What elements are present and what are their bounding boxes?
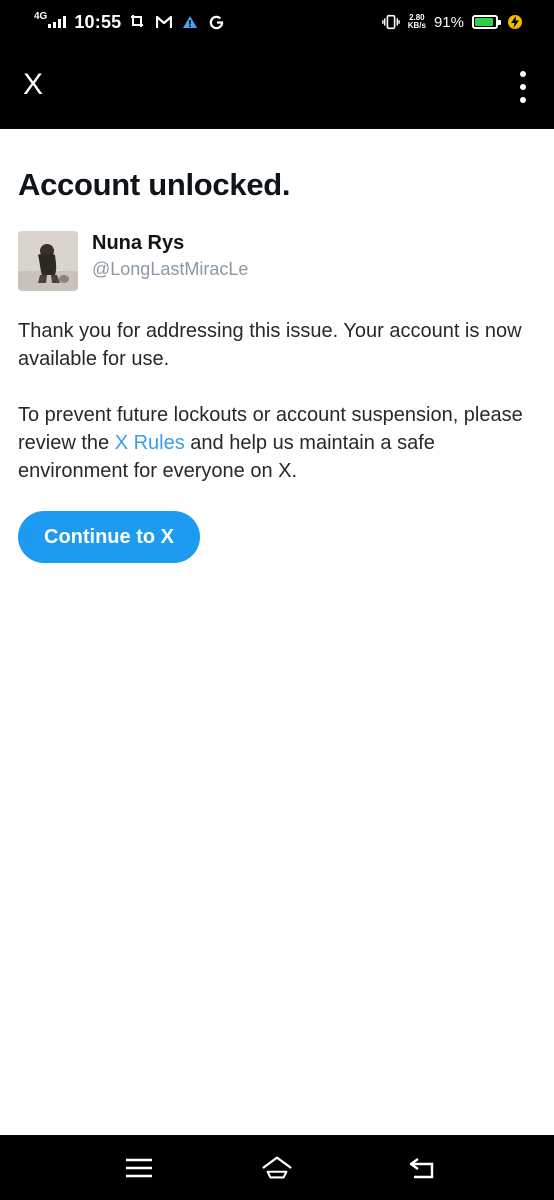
system-nav-bar (0, 1135, 554, 1200)
speed-unit: KB/s (407, 21, 426, 30)
battery-percent: 91% (433, 13, 464, 31)
user-info: Nuna Rys @LongLastMiracLe (92, 231, 248, 283)
status-bar: 4G 10:55 2.80 KB/s 91% (0, 0, 554, 44)
app-bar: X (0, 44, 554, 129)
more-vertical-icon[interactable] (518, 71, 528, 103)
confirmation-message: Thank you for addressing this issue. You… (18, 320, 522, 370)
user-handle: @LongLastMiracLe (92, 259, 249, 279)
x-rules-link[interactable]: X Rules (115, 432, 185, 454)
network-type: 4G (34, 11, 48, 22)
google-icon (207, 13, 225, 31)
close-button[interactable]: X (23, 70, 49, 100)
alert-triangle-icon (181, 13, 199, 31)
status-bar-left: 4G 10:55 (34, 10, 225, 34)
vibrate-icon (381, 13, 400, 31)
battery-level (475, 18, 494, 26)
home-icon[interactable] (261, 1153, 293, 1183)
signal-icon (48, 16, 67, 28)
clock: 10:55 (74, 11, 122, 32)
status-bar-right: 2.80 KB/s 91% (381, 10, 524, 34)
rules-message: To prevent future lockouts or account su… (18, 401, 538, 485)
gmail-icon (155, 13, 173, 31)
avatar (18, 231, 78, 291)
user-name: Nuna Rys (92, 232, 185, 254)
page-title: Account unlocked. (18, 167, 291, 202)
battery-icon (472, 15, 501, 29)
screenshot-icon (129, 13, 147, 31)
charging-icon (506, 13, 524, 31)
menu-icon[interactable] (123, 1153, 155, 1183)
network-speed: 2.80 KB/s (408, 14, 426, 30)
main-content: Account unlocked. Nuna Rys @LongLastMira… (18, 129, 538, 563)
continue-button[interactable]: Continue to X (18, 511, 200, 563)
user-card: Nuna Rys @LongLastMiracLe (18, 231, 538, 291)
back-icon[interactable] (406, 1153, 438, 1183)
